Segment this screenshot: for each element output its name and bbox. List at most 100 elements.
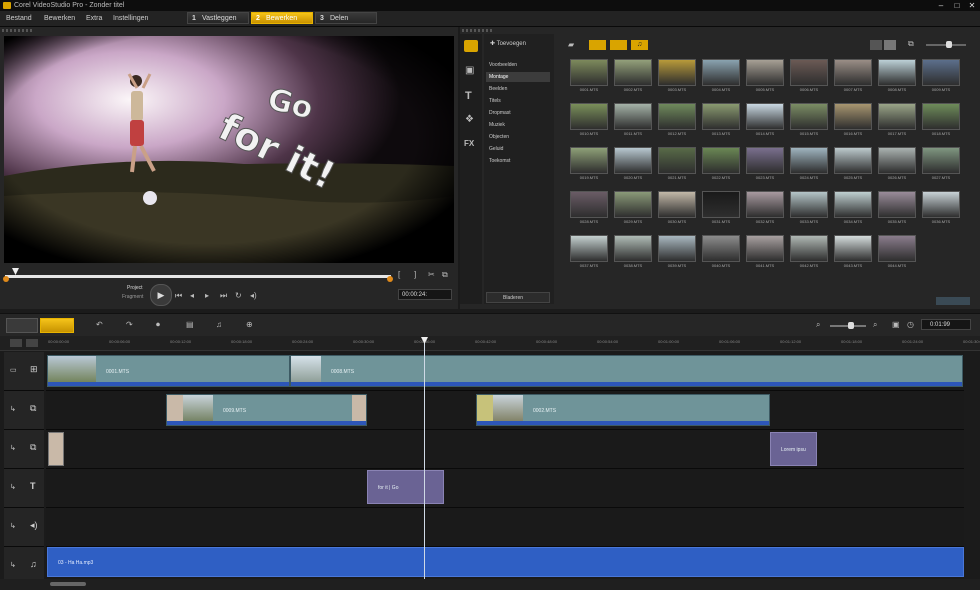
media-thumbnail[interactable]: 0013.MTS: [702, 103, 740, 138]
thumb-size-handle[interactable]: [946, 41, 952, 48]
options-button[interactable]: [936, 297, 970, 305]
preview-screen[interactable]: Go for it!: [4, 36, 454, 263]
previous-frame-icon[interactable]: ◂: [190, 291, 194, 300]
media-thumbnail[interactable]: 0039.MTS: [658, 235, 696, 270]
motion-tracking-icon[interactable]: ⊕: [246, 320, 253, 329]
media-thumbnail[interactable]: 0004.MTS: [702, 59, 740, 94]
undo-icon[interactable]: ↶: [96, 320, 103, 329]
menu-bestand[interactable]: Bestand: [6, 13, 32, 24]
media-thumbnail[interactable]: 0012.MTS: [658, 103, 696, 138]
list-view-button[interactable]: [870, 40, 882, 50]
scrubber-track[interactable]: [5, 275, 391, 278]
bracket-in-button[interactable]: [: [398, 270, 400, 279]
minimize-icon[interactable]: –: [934, 1, 948, 10]
project-mode-label[interactable]: Project: [127, 285, 143, 291]
media-thumbnail[interactable]: 0031.MTS: [702, 191, 740, 226]
media-thumbnail[interactable]: 0006.MTS: [790, 59, 828, 94]
nav-item[interactable]: Beelden: [486, 84, 550, 94]
title-category-icon[interactable]: T: [465, 90, 472, 102]
media-thumbnail[interactable]: 0023.MTS: [746, 147, 784, 182]
video-track-header[interactable]: ▭ ⊞: [4, 352, 44, 391]
media-thumbnail[interactable]: 0019.MTS: [570, 147, 608, 182]
clip-mode-label[interactable]: Fragment: [122, 294, 143, 300]
media-thumbnail[interactable]: 0041.MTS: [746, 235, 784, 270]
title-clip[interactable]: for it | Go: [367, 470, 444, 504]
play-button[interactable]: ▶: [150, 284, 172, 306]
record-capture-icon[interactable]: ⏺: [156, 320, 160, 330]
media-thumbnail[interactable]: 0016.MTS: [834, 103, 872, 138]
enlarge-icon[interactable]: ⧉: [442, 270, 448, 280]
title-track-header[interactable]: ↳ T: [4, 469, 44, 508]
nav-item[interactable]: Montage: [486, 72, 550, 82]
nav-item[interactable]: Titels: [486, 96, 550, 106]
overlay-image-clip[interactable]: [48, 432, 64, 466]
timeline-scrollbar[interactable]: [0, 579, 980, 590]
nav-item[interactable]: Muziek: [486, 120, 550, 130]
zoom-slider-handle[interactable]: [848, 322, 854, 329]
media-thumbnail[interactable]: 0018.MTS: [922, 103, 960, 138]
transition-category-icon[interactable]: ▣: [465, 65, 474, 76]
show-photo-button[interactable]: [610, 40, 627, 50]
mark-in-icon[interactable]: [3, 276, 9, 282]
graphics-category-icon[interactable]: ❖: [465, 114, 474, 125]
auto-music-icon[interactable]: ♫: [216, 320, 222, 329]
repeat-icon[interactable]: ↻: [235, 291, 242, 300]
fit-project-icon[interactable]: ▣: [892, 320, 900, 329]
nav-item[interactable]: Toekomst: [486, 156, 550, 166]
video-clip[interactable]: 0008.MTS: [290, 355, 963, 387]
clock-icon[interactable]: ◷: [907, 320, 914, 329]
next-frame-icon[interactable]: ▸: [205, 291, 209, 300]
overlay-track-header[interactable]: ↳ ⧉: [4, 391, 44, 430]
panel-grip[interactable]: [462, 29, 492, 32]
playhead-line[interactable]: [424, 343, 425, 579]
thumb-view-button[interactable]: [884, 40, 896, 50]
overlay-track-2-header[interactable]: ↳ ⧉: [4, 430, 44, 469]
go-to-end-icon[interactable]: ⏭: [220, 291, 227, 301]
media-thumbnail[interactable]: 0027.MTS: [922, 147, 960, 182]
media-thumbnail[interactable]: 0008.MTS: [878, 59, 916, 94]
panel-grip[interactable]: [2, 29, 32, 32]
media-thumbnail[interactable]: 0036.MTS: [922, 191, 960, 226]
media-thumbnail[interactable]: 0002.MTS: [614, 59, 652, 94]
nav-item[interactable]: Geluid: [486, 144, 550, 154]
go-to-start-icon[interactable]: ⏮: [175, 291, 182, 301]
overlay-clip[interactable]: 0009.MTS: [166, 394, 367, 426]
tab-bewerken[interactable]: 2 Bewerken: [251, 12, 313, 24]
media-thumbnail[interactable]: 0005.MTS: [746, 59, 784, 94]
overlay-track-2[interactable]: [46, 430, 964, 469]
nav-item[interactable]: Voorbeelden: [486, 60, 550, 70]
media-thumbnail[interactable]: 0020.MTS: [614, 147, 652, 182]
redo-icon[interactable]: ↷: [126, 320, 133, 329]
track-manager-icon[interactable]: [10, 339, 22, 347]
media-thumbnail[interactable]: 0025.MTS: [834, 147, 872, 182]
menu-extra[interactable]: Extra: [86, 13, 102, 24]
media-thumbnail[interactable]: 0044.MTS: [878, 235, 916, 270]
media-thumbnail[interactable]: 0022.MTS: [702, 147, 740, 182]
media-thumbnail[interactable]: 0001.MTS: [570, 59, 608, 94]
volume-icon[interactable]: ◂): [250, 291, 257, 300]
media-thumbnail[interactable]: 0015.MTS: [790, 103, 828, 138]
cut-icon[interactable]: ✂: [428, 270, 435, 279]
media-thumbnail[interactable]: 0010.MTS: [570, 103, 608, 138]
add-folder-button[interactable]: ✚ Toevoegen: [490, 40, 526, 47]
audio-mixer-icon[interactable]: ▤: [186, 320, 194, 329]
title-clip[interactable]: Lorem ipsu: [770, 432, 817, 466]
filter-category-icon[interactable]: FX: [464, 139, 474, 148]
sort-icon[interactable]: ⧉: [908, 39, 914, 49]
nav-item[interactable]: Objecten: [486, 132, 550, 142]
media-thumbnail[interactable]: 0035.MTS: [878, 191, 916, 226]
ripple-edit-icon[interactable]: [26, 339, 38, 347]
title-track[interactable]: [46, 469, 964, 508]
media-thumbnail[interactable]: 0028.MTS: [570, 191, 608, 226]
project-duration-field[interactable]: 0:01:99: [921, 319, 971, 330]
mark-out-icon[interactable]: [387, 276, 393, 282]
scrollbar-thumb[interactable]: [50, 582, 86, 586]
zoom-in-icon[interactable]: ⌕: [873, 320, 877, 330]
storyboard-view-button[interactable]: [6, 318, 38, 333]
media-thumbnail[interactable]: 0014.MTS: [746, 103, 784, 138]
media-thumbnail[interactable]: 0017.MTS: [878, 103, 916, 138]
media-thumbnail[interactable]: 0038.MTS: [614, 235, 652, 270]
nav-item[interactable]: Dropmast: [486, 108, 550, 118]
media-thumbnail[interactable]: 0033.MTS: [790, 191, 828, 226]
media-thumbnail[interactable]: 0037.MTS: [570, 235, 608, 270]
